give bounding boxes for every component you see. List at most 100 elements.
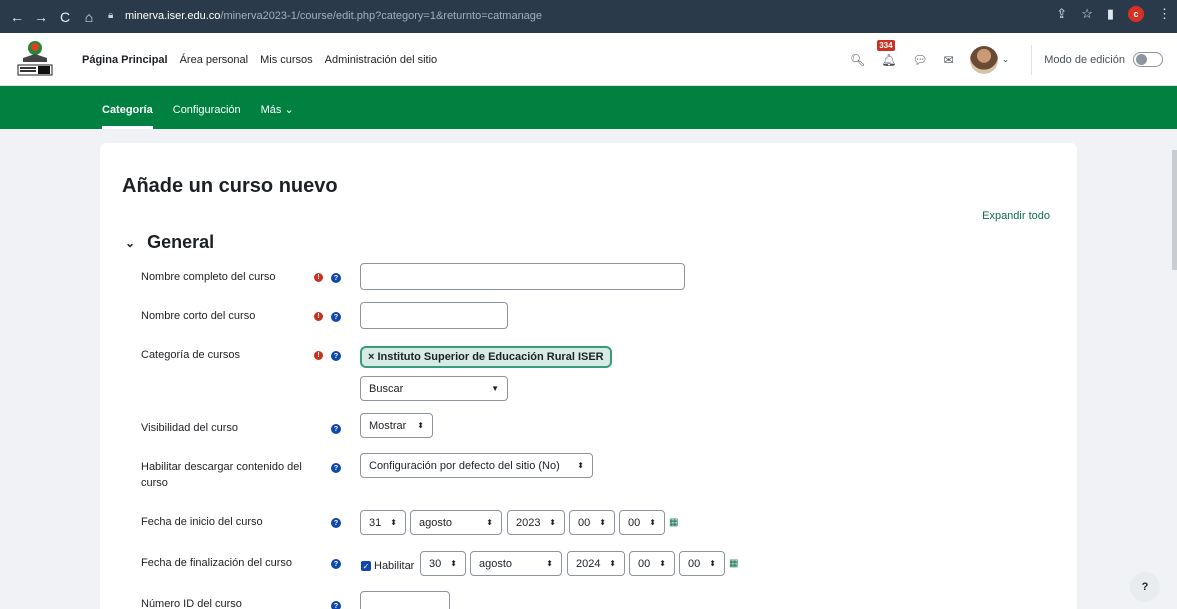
tab-categoria[interactable]: Categoría: [92, 104, 163, 129]
select-arrow-icon: ⬍: [577, 461, 584, 470]
select-arrow-icon: ⬍: [390, 518, 397, 527]
end-day-select[interactable]: 30 ⬍: [420, 551, 466, 576]
start-minute-select[interactable]: 00 ⬍: [619, 510, 665, 535]
search-icon[interactable]: 🔍︎: [850, 53, 865, 67]
calendar-icon[interactable]: ▦: [669, 517, 681, 528]
start-date-label: Fecha de inicio del curso: [141, 516, 263, 528]
chat-icon[interactable]: 💬︎: [912, 53, 927, 67]
reload-icon[interactable]: C: [54, 6, 76, 28]
main-card: Añade un curso nuevo Expandir todo ⌄ Gen…: [100, 143, 1077, 609]
start-minute-value: 00: [628, 516, 641, 529]
visibility-value: Mostrar: [369, 419, 407, 432]
visibility-label: Visibilidad del curso: [141, 422, 239, 434]
end-month-value: agosto: [479, 557, 513, 570]
select-arrow-icon: ⬍: [549, 518, 556, 527]
expand-all-link[interactable]: Expandir todo: [982, 210, 1050, 222]
bookmark-star-icon[interactable]: ☆: [1081, 6, 1093, 22]
end-date-label: Fecha de finalización del curso: [141, 557, 293, 569]
share-icon[interactable]: ⇪: [1056, 6, 1067, 22]
download-value: Configuración por defecto del sitio (No): [369, 459, 560, 472]
home-icon[interactable]: ⌂: [78, 6, 100, 28]
edit-mode-toggle[interactable]: [1133, 52, 1163, 67]
fullname-input[interactable]: [360, 263, 685, 290]
tab-configuracion[interactable]: Configuración: [163, 104, 251, 129]
tab-mas[interactable]: Más ⌄: [251, 103, 304, 129]
url-host: minerva.iser.edu.co: [125, 10, 221, 22]
required-icon: !: [314, 273, 323, 282]
dropdown-arrow-icon: ▼: [491, 384, 499, 393]
select-arrow-icon: ⬍: [417, 421, 424, 430]
secondary-nav: Categoría Configuración Más ⌄: [0, 86, 1177, 129]
fullname-label: Nombre completo del curso: [141, 271, 276, 283]
help-icon[interactable]: ?: [331, 351, 341, 361]
mail-icon[interactable]: ✉: [944, 53, 954, 67]
section-general-header[interactable]: ⌄ General: [125, 232, 214, 253]
notifications-bell-icon[interactable]: 🔔︎ 334: [877, 39, 896, 67]
sidepanel-icon[interactable]: ▮: [1107, 6, 1114, 22]
category-label: Categoría de cursos: [141, 349, 241, 361]
checkbox-checked-icon: ✓: [361, 561, 371, 571]
select-arrow-icon: ⬍: [709, 559, 716, 568]
select-arrow-icon: ⬍: [450, 559, 457, 568]
chevron-down-icon[interactable]: ⌄: [1002, 54, 1010, 65]
url-path: /minerva2023-1/course/edit.php?category=…: [220, 10, 543, 22]
end-minute-select[interactable]: 00 ⬍: [679, 551, 725, 576]
profile-avatar[interactable]: c: [1128, 6, 1144, 22]
section-title: General: [147, 232, 215, 252]
notification-badge: 334: [877, 39, 895, 51]
nav-divider: [1031, 44, 1033, 75]
shortname-input[interactable]: [360, 302, 508, 329]
start-hour-value: 00: [578, 516, 591, 529]
start-month-select[interactable]: agosto ⬍: [410, 510, 502, 535]
end-enable-label: Habilitar: [374, 560, 415, 572]
nav-administracion[interactable]: Administración del sitio: [325, 54, 438, 66]
end-year-select[interactable]: 2024 ⬍: [567, 551, 625, 576]
start-year-select[interactable]: 2023 ⬍: [507, 510, 565, 535]
select-arrow-icon: ⬍: [486, 518, 493, 527]
end-year-value: 2024: [576, 557, 601, 570]
site-header: Página Principal Área personal Mis curso…: [0, 33, 1177, 86]
help-icon[interactable]: ?: [331, 463, 341, 473]
calendar-icon[interactable]: ▦: [729, 558, 741, 569]
help-icon[interactable]: ?: [331, 601, 341, 609]
end-hour-select[interactable]: 00 ⬍: [629, 551, 675, 576]
start-day-select[interactable]: 31 ⬍: [360, 510, 406, 535]
start-month-value: agosto: [419, 516, 453, 529]
idnumber-label: Número ID del curso: [141, 598, 242, 609]
select-arrow-icon: ⬍: [649, 518, 656, 527]
chevron-down-icon: ⌄: [125, 235, 136, 250]
download-select[interactable]: Configuración por defecto del sitio (No)…: [360, 453, 593, 478]
address-bar[interactable]: 🔒︎ minerva.iser.edu.co /minerva2023-1/co…: [108, 5, 542, 27]
help-icon[interactable]: ?: [331, 424, 341, 434]
help-icon[interactable]: ?: [331, 273, 341, 283]
download-label: Habilitar descargar contenido del curso: [141, 461, 302, 489]
user-avatar[interactable]: [969, 45, 998, 74]
idnumber-input[interactable]: [360, 591, 450, 609]
end-month-select[interactable]: agosto ⬍: [470, 551, 562, 576]
nav-pagina-principal[interactable]: Página Principal: [82, 54, 168, 66]
help-icon[interactable]: ?: [331, 559, 341, 569]
required-icon: !: [314, 351, 323, 360]
browser-menu-icon[interactable]: ⋮: [1158, 6, 1171, 22]
forward-icon[interactable]: →: [30, 6, 52, 28]
select-arrow-icon: ⬍: [599, 518, 606, 527]
visibility-select[interactable]: Mostrar ⬍: [360, 413, 433, 438]
back-icon[interactable]: ←: [6, 6, 28, 28]
nav-area-personal[interactable]: Área personal: [180, 54, 249, 66]
category-tag[interactable]: × Instituto Superior de Educación Rural …: [360, 346, 612, 368]
help-icon[interactable]: ?: [331, 518, 341, 528]
start-hour-select[interactable]: 00 ⬍: [569, 510, 615, 535]
end-enable-checkbox[interactable]: ✓ Habilitar: [361, 560, 414, 572]
category-search-select[interactable]: Buscar ▼: [360, 376, 508, 401]
nav-mis-cursos[interactable]: Mis cursos: [260, 54, 313, 66]
help-fab-button[interactable]: ?: [1130, 572, 1160, 602]
end-hour-value: 00: [638, 557, 651, 570]
page-scrollbar[interactable]: [1172, 150, 1177, 270]
end-day-value: 30: [429, 557, 442, 570]
help-icon[interactable]: ?: [331, 312, 341, 322]
end-minute-value: 00: [688, 557, 701, 570]
iser-logo[interactable]: [14, 38, 56, 80]
start-day-value: 31: [369, 516, 382, 529]
select-arrow-icon: ⬍: [609, 559, 616, 568]
select-arrow-icon: ⬍: [546, 559, 553, 568]
